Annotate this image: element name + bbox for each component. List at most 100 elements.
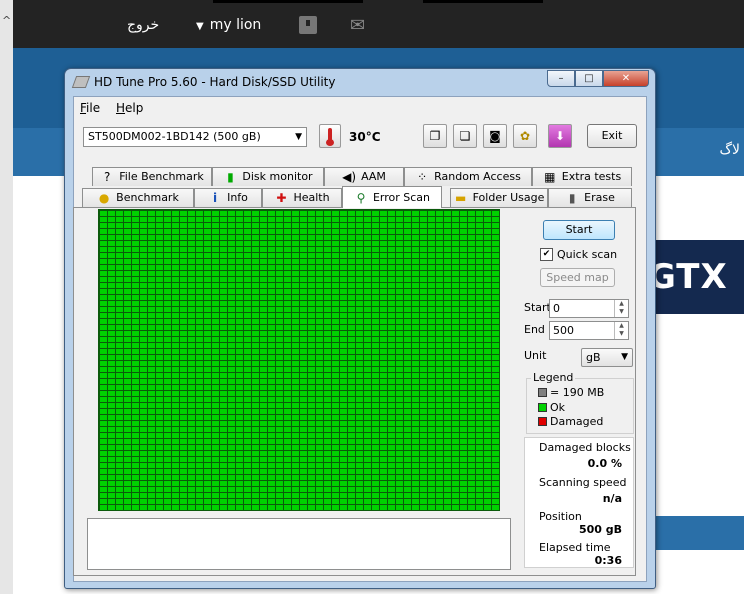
dropdown-arrow-icon: ▼ (621, 352, 628, 362)
browser-left-strip: ^ (0, 0, 14, 594)
top-edge-block (213, 0, 363, 3)
nav-text[interactable]: لاگ (719, 142, 740, 158)
dropdown-arrow-icon: ▼ (295, 132, 302, 142)
minimize-button[interactable]: – (547, 70, 575, 87)
site-top-bar (13, 0, 744, 48)
menu-bar: File Help (74, 97, 646, 119)
app-icon (71, 76, 91, 88)
end-field[interactable]: 500 ▲ ▼ (549, 321, 629, 340)
notifications-icon[interactable] (299, 16, 317, 34)
options-button[interactable]: ✿ (513, 124, 537, 148)
toolbar: ST500DM002-1BD142 (500 gB) ▼ 30°C ❐ ❏ ◙ … (74, 121, 646, 157)
quick-scan-checkbox[interactable]: ✔ Quick scan (540, 248, 617, 261)
tab-label: Benchmark (116, 191, 179, 204)
tab-label: Erase (584, 191, 615, 204)
top-edge-block (423, 0, 543, 3)
position-label: Position (539, 510, 582, 523)
unit-select[interactable]: gB ▼ (581, 348, 633, 367)
start-field[interactable]: 0 ▲ ▼ (549, 299, 629, 318)
tab-label: Error Scan (372, 190, 431, 204)
tab-label: Info (227, 191, 248, 204)
legend-item-block-size: = 190 MB (538, 386, 604, 399)
damaged-blocks-value: 0.0 % (587, 457, 622, 470)
menu-help[interactable]: Help (116, 101, 143, 115)
scan-log-area[interactable] (87, 518, 511, 570)
spinner-arrows-icon[interactable]: ▲ ▼ (614, 300, 628, 317)
info-icon: i (213, 191, 218, 205)
save-button[interactable]: ⬇ (548, 124, 572, 148)
tab-folder-usage[interactable]: ▬ Folder Usage (450, 188, 548, 207)
unit-select-value: gB (586, 351, 601, 364)
legend-item-damaged: Damaged (538, 415, 603, 428)
end-field-label: End (524, 323, 545, 336)
legend-label: Damaged (550, 415, 604, 428)
exit-button[interactable]: Exit (587, 124, 637, 148)
elapsed-time-value: 0:36 (594, 554, 622, 567)
caret-down-icon: ▼ (196, 21, 204, 32)
tab-label: Extra tests (561, 170, 622, 183)
tab-row-top: ? File Benchmark ▮ Disk monitor ◀) AAM ⁘ Ran… (74, 167, 646, 186)
tab-health[interactable]: ✚ Health (262, 188, 342, 207)
camera-icon: ◙ (489, 129, 501, 143)
legend-item-ok: Ok (538, 401, 565, 414)
bulb-icon: ● (98, 191, 110, 205)
user-name: my lion (209, 17, 262, 33)
title-bar[interactable]: HD Tune Pro 5.60 - Hard Disk/SSD Utility… (65, 69, 655, 95)
tab-label: Disk monitor (242, 170, 313, 183)
copy-all-button[interactable]: ❏ (453, 124, 477, 148)
user-menu[interactable]: ▼ my lion (196, 17, 261, 33)
chevron-up-icon[interactable]: ^ (2, 14, 11, 27)
scanning-speed-label: Scanning speed (539, 476, 627, 489)
legend-label: Ok (550, 401, 566, 414)
speaker-icon: ◀) (342, 170, 357, 184)
health-cross-icon: ✚ (276, 191, 287, 205)
copy-info-button[interactable]: ❐ (423, 124, 447, 148)
menu-file[interactable]: File (80, 101, 100, 115)
copy-icon: ❐ (429, 129, 441, 143)
end-field-value: 500 (553, 324, 574, 337)
tab-row-bottom: ● Benchmark i Info ✚ Health ⚲ Error Scan ▬ Fo… (74, 186, 646, 208)
tab-random-access[interactable]: ⁘ Random Access (404, 167, 532, 186)
start-field-label: Start (524, 301, 551, 314)
start-button[interactable]: Start (543, 220, 615, 240)
tab-label: Health (293, 191, 330, 204)
download-arrow-icon: ⬇ (554, 129, 566, 143)
position-value: 500 gB (578, 523, 622, 536)
random-access-icon: ⁘ (417, 170, 428, 184)
start-field-value: 0 (553, 302, 560, 315)
logout-link[interactable]: خروج (127, 17, 159, 33)
legend-swatch (538, 417, 547, 426)
drive-select-value: ST500DM002-1BD142 (500 gB) (88, 130, 261, 143)
damaged-blocks-label: Damaged blocks (539, 441, 631, 454)
legend-swatch (538, 388, 547, 397)
drive-select[interactable]: ST500DM002-1BD142 (500 gB) ▼ (83, 127, 307, 147)
temperature-value: 30°C (349, 130, 381, 144)
tab-benchmark[interactable]: ● Benchmark (82, 188, 194, 207)
checkbox-check-icon: ✔ (540, 248, 553, 261)
tab-aam[interactable]: ◀) AAM (324, 167, 404, 186)
close-button[interactable]: ✕ (603, 70, 649, 87)
tab-file-benchmark[interactable]: ? File Benchmark (92, 167, 212, 186)
trash-icon: ▮ (568, 191, 576, 205)
legend-swatch (538, 403, 547, 412)
extra-tests-icon: ▦ (544, 170, 556, 184)
speed-map-button[interactable]: Speed map (540, 268, 615, 287)
gear-icon: ✿ (519, 129, 531, 143)
tab-label: Folder Usage (472, 191, 545, 204)
window-controls: – □ ✕ (547, 70, 649, 89)
screenshot-button[interactable]: ◙ (483, 124, 507, 148)
tab-extra-tests[interactable]: ▦ Extra tests (532, 167, 632, 186)
tab-erase[interactable]: ▮ Erase (548, 188, 632, 207)
mail-icon[interactable]: ✉ (350, 15, 365, 36)
unit-label: Unit (524, 349, 547, 362)
disk-monitor-icon: ▮ (227, 170, 234, 184)
tab-error-scan[interactable]: ⚲ Error Scan (342, 186, 442, 208)
legend-label: = 190 MB (550, 386, 605, 399)
spinner-arrows-icon[interactable]: ▲ ▼ (614, 322, 628, 339)
error-scan-block-map (98, 209, 500, 511)
maximize-button[interactable]: □ (575, 70, 603, 87)
tab-info[interactable]: i Info (194, 188, 262, 207)
thermometer-icon (319, 124, 341, 148)
quick-scan-label: Quick scan (557, 248, 618, 261)
tab-disk-monitor[interactable]: ▮ Disk monitor (212, 167, 324, 186)
